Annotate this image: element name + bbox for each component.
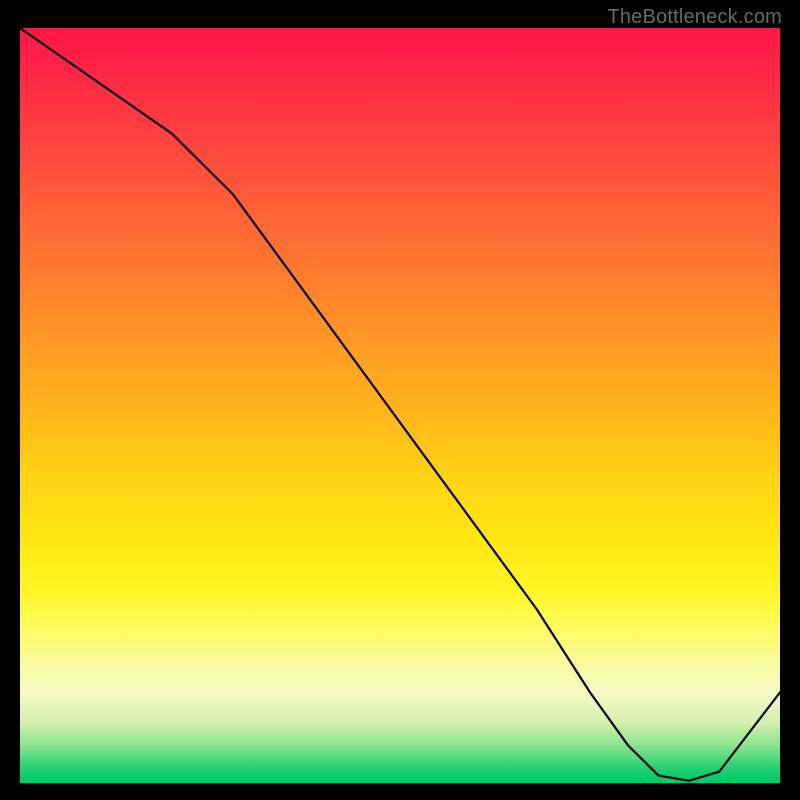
chart-container: { "watermark": "TheBottleneck.com", "cha… — [0, 0, 800, 800]
plot-area — [20, 28, 780, 783]
watermark-text: TheBottleneck.com — [607, 6, 782, 29]
heat-gradient — [20, 28, 780, 783]
